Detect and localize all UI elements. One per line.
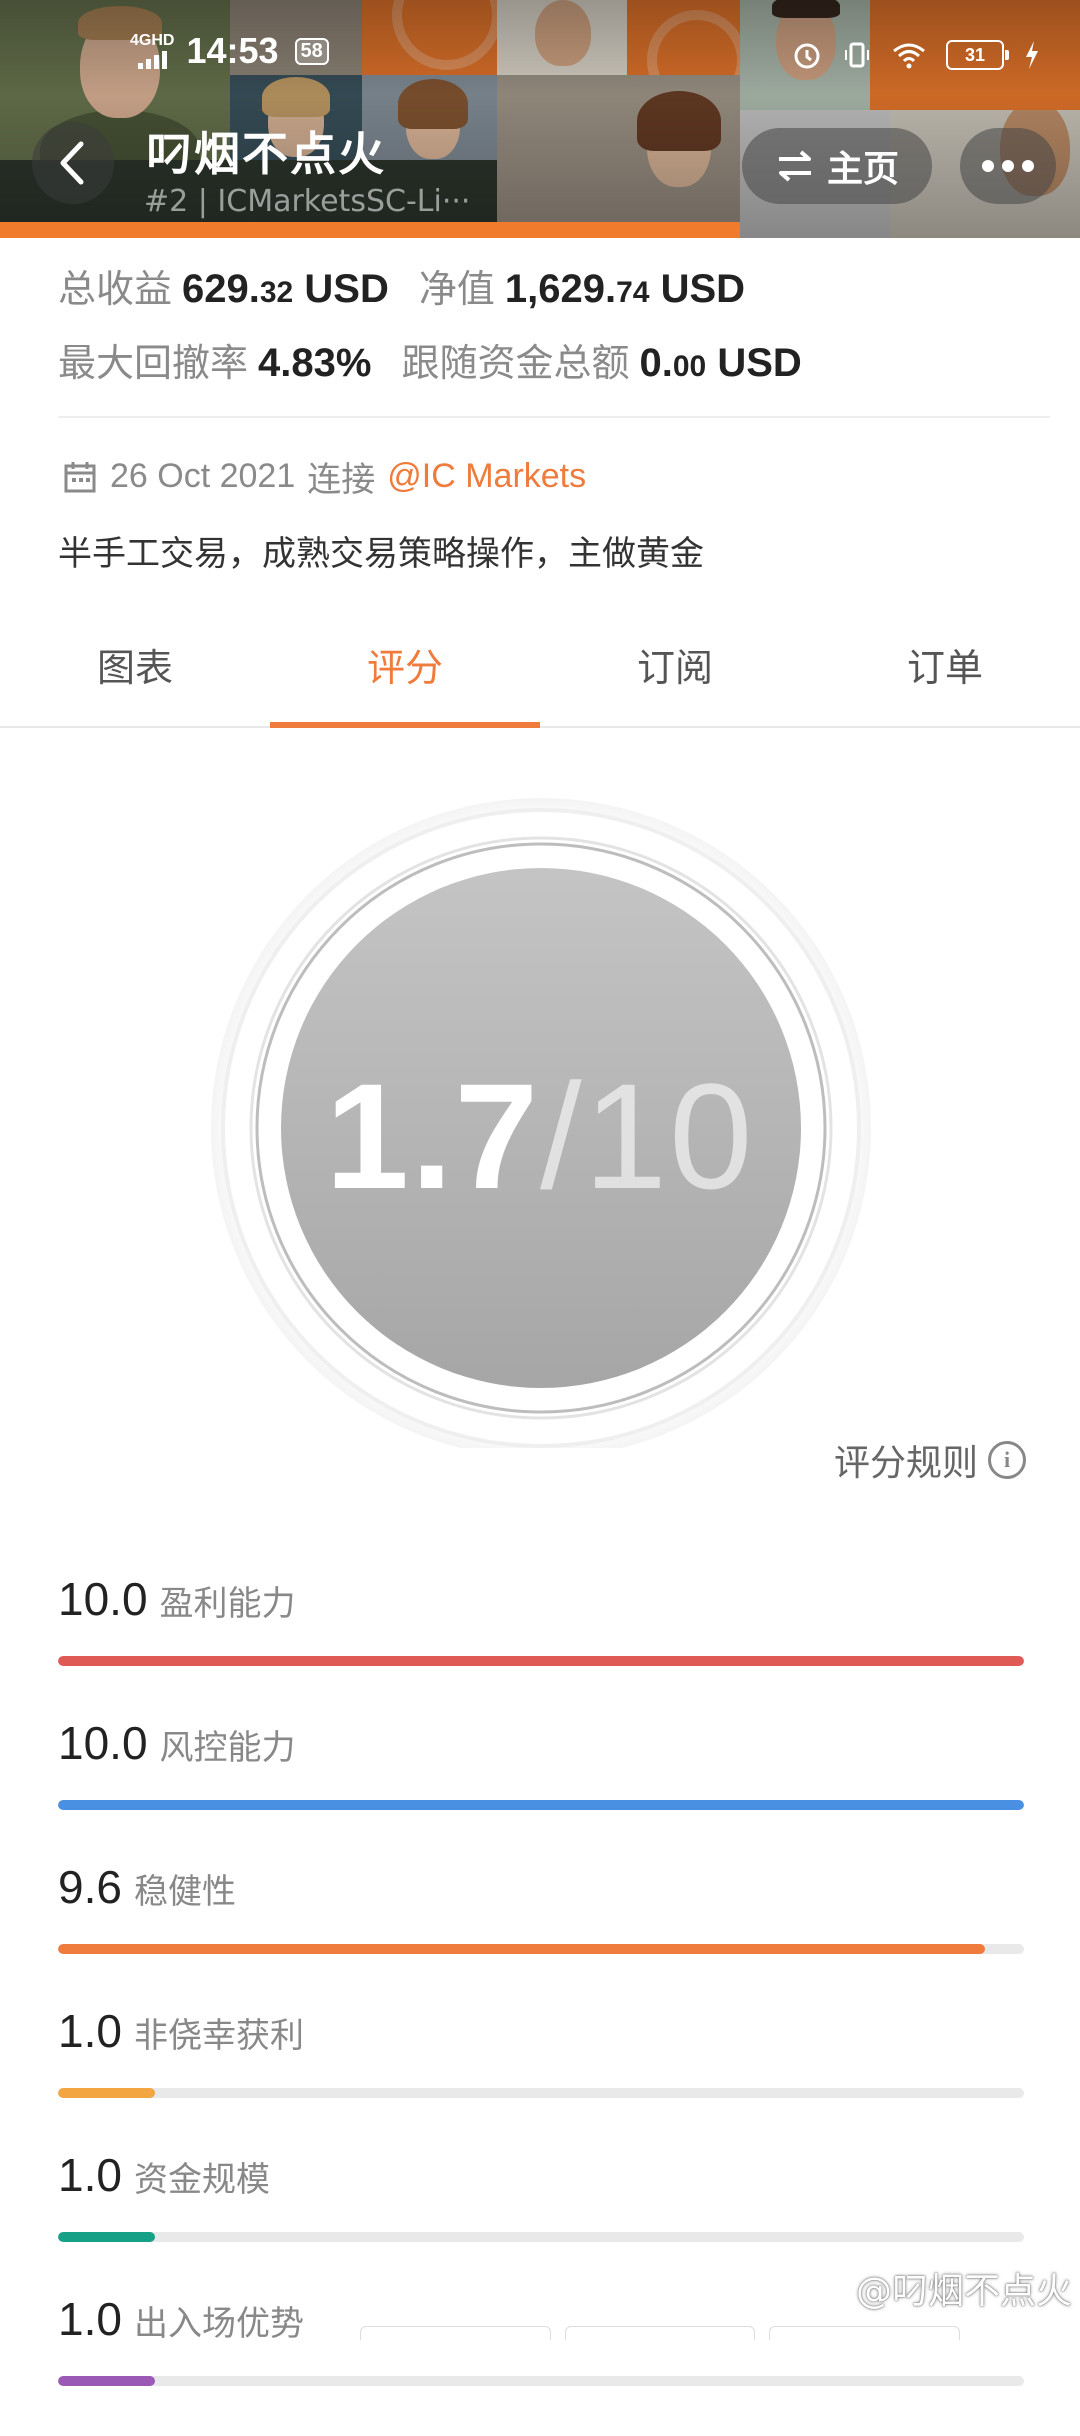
- charging-icon: [1026, 41, 1038, 69]
- header-accent-strip: [0, 222, 740, 238]
- metric-progress-track: [58, 1800, 1024, 1810]
- total-profit-label: 总收益: [58, 267, 173, 311]
- metric-progress-track: [58, 1656, 1024, 1666]
- score-metric-row: 10.0 盈利能力: [58, 1572, 1024, 1716]
- account-stats: 总收益 629.32 USD 净值 1,629.74 USD 最大回撤率 4.8…: [58, 258, 1038, 394]
- chevron-left-icon: [60, 141, 84, 185]
- metric-name: 资金规模: [133, 2160, 270, 2200]
- metric-name: 稳健性: [133, 1872, 236, 1912]
- metric-name: 出入场优势: [133, 2304, 304, 2344]
- more-dots-icon: [982, 160, 994, 172]
- broker-link[interactable]: @IC Markets: [387, 457, 586, 496]
- more-button[interactable]: [960, 128, 1056, 204]
- follow-funds-value: 0.00 USD: [639, 341, 802, 385]
- wifi-icon: [893, 43, 925, 69]
- metric-score: 1.0: [58, 2293, 122, 2345]
- score-metric-row: 10.0 风控能力: [58, 1716, 1024, 1860]
- metric-progress-fill: [58, 1944, 986, 1954]
- tab-score[interactable]: 评分: [270, 630, 540, 728]
- clock: 14:53: [186, 30, 279, 71]
- equity-value: 1,629.74 USD: [504, 267, 746, 311]
- vibrate-icon: [845, 42, 869, 68]
- metric-progress-track: [58, 1944, 1024, 1954]
- metric-score: 1.0: [58, 2149, 122, 2201]
- tab-bar: 图表 评分 订阅 订单: [0, 630, 1080, 728]
- connect-label: 连接: [307, 461, 376, 499]
- network-type: 4GHD: [130, 32, 175, 49]
- total-profit-value: 629.32 USD: [182, 267, 389, 311]
- metric-progress-fill: [58, 2088, 155, 2098]
- max-drawdown-value: 4.83%: [258, 341, 372, 385]
- metric-score: 1.0: [58, 2005, 122, 2057]
- metric-name: 非侥幸获利: [133, 2016, 304, 2056]
- info-icon: i: [988, 1441, 1026, 1479]
- equity-label: 净值: [418, 267, 495, 311]
- score-metric-row: 1.0 非侥幸获利: [58, 2004, 1024, 2148]
- metric-progress-fill: [58, 2376, 155, 2386]
- trader-name: 叼烟不点火: [146, 127, 386, 181]
- divider: [58, 416, 1050, 418]
- strategy-description: 半手工交易，成熟交易策略操作，主做黄金: [58, 534, 704, 574]
- metric-name: 风控能力: [159, 1728, 296, 1768]
- metric-progress-fill: [58, 1656, 1024, 1666]
- metric-progress-track: [58, 2232, 1024, 2242]
- metric-name: 盈利能力: [159, 1584, 296, 1624]
- metric-score: 10.0: [58, 1573, 148, 1625]
- metric-progress-fill: [58, 2232, 155, 2242]
- score-value: 1.7/10: [325, 1052, 755, 1220]
- score-metric-row: 9.6 稳健性: [58, 1860, 1024, 2004]
- tab-orders[interactable]: 订单: [810, 630, 1080, 726]
- home-label: 主页: [826, 149, 899, 190]
- account-meta: 26 Oct 2021 连接 @IC Markets: [62, 452, 586, 501]
- score-gauge: 1.7/10: [0, 728, 1080, 1518]
- metric-progress-track: [58, 2088, 1024, 2098]
- metric-progress-track: [58, 2376, 1024, 2386]
- calendar-icon: [64, 461, 96, 492]
- battery-level: 31: [964, 45, 986, 65]
- signal-icon: 4GHD: [130, 33, 174, 69]
- swap-icon: [778, 150, 811, 182]
- notification-badge: 58: [294, 37, 329, 65]
- tab-subscribe[interactable]: 订阅: [540, 630, 810, 726]
- follow-funds-label: 跟随资金总额: [401, 341, 630, 385]
- account-subtitle: #2 | ICMarketsSC-Li···: [144, 184, 471, 219]
- tab-chart[interactable]: 图表: [0, 630, 270, 726]
- profile-header-banner: 4GHD 14:53 58 31 叼烟不点火 #2 | ICMarketsSC-…: [0, 0, 1080, 238]
- home-button[interactable]: 主页: [742, 128, 932, 204]
- more-dots-icon: [1022, 160, 1034, 172]
- metric-score: 10.0: [58, 1717, 148, 1769]
- watermark: @叼烟不点火: [855, 2271, 1072, 2312]
- max-drawdown-label: 最大回撤率: [58, 341, 249, 385]
- status-bar: 4GHD 14:53 58 31: [0, 0, 1080, 100]
- alarm-icon: [794, 43, 820, 69]
- connect-date: 26 Oct 2021: [110, 457, 296, 495]
- metric-progress-fill: [58, 1800, 1024, 1810]
- metric-score: 9.6: [58, 1861, 122, 1913]
- back-button[interactable]: [32, 122, 114, 204]
- scoring-rules-link[interactable]: 评分规则 i: [834, 1434, 1026, 1486]
- next-section-peek: [360, 2326, 961, 2340]
- battery-icon: 31: [946, 40, 1009, 70]
- scoring-rules-label: 评分规则: [833, 1443, 978, 1484]
- more-dots-icon: [1002, 160, 1014, 172]
